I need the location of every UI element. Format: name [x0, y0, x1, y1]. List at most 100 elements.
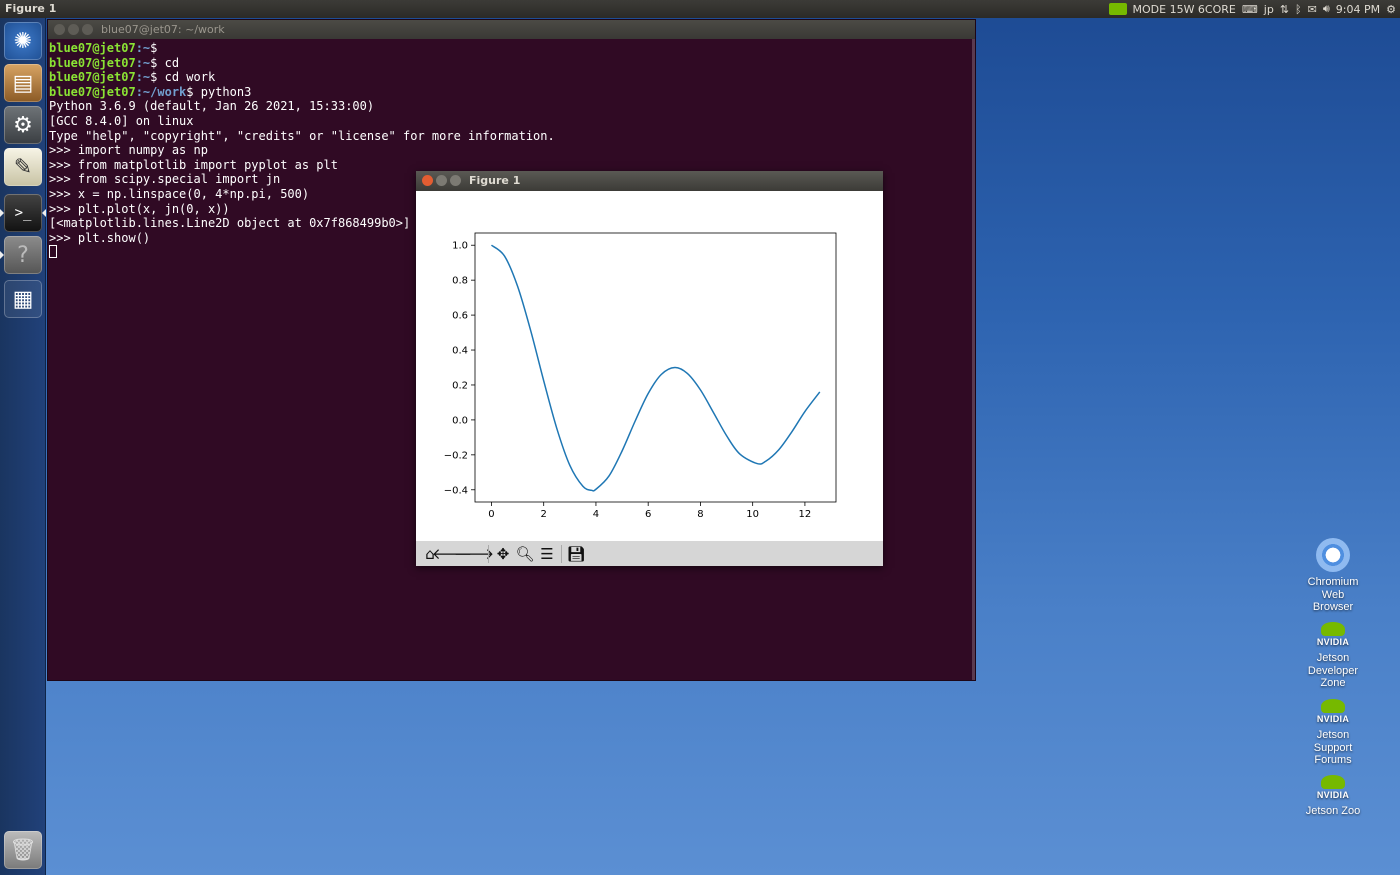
desktop-icon-chromium[interactable]: Chromium Web Browser	[1298, 538, 1368, 614]
terminal-line: blue07@jet07:~/work$ python3	[49, 85, 555, 100]
nvidia-icon: NVIDIA	[1314, 773, 1352, 801]
pan-icon[interactable]: ✥	[492, 543, 514, 565]
desktop-icon-label: Web	[1321, 588, 1345, 601]
trash-icon[interactable]: 🗑︎	[4, 831, 42, 869]
chromium-icon	[1316, 538, 1350, 572]
subplots-icon[interactable]: ☰	[536, 543, 558, 565]
nvidia-icon: NVIDIA	[1314, 620, 1352, 648]
desktop-icon-jetson-support-forums[interactable]: NVIDIA Jetson Support Forums	[1298, 697, 1368, 767]
prompt-path: :~	[135, 55, 151, 70]
prompt-user: blue07@jet07	[49, 55, 136, 70]
x-tick-label: 2	[541, 509, 547, 520]
desktop-icon-label: Forums	[1314, 754, 1352, 766]
keyboard-icon[interactable]: ⌨	[1242, 3, 1258, 16]
y-tick-label: 1.0	[452, 241, 468, 252]
prompt-user: blue07@jet07	[49, 41, 136, 55]
minimize-icon[interactable]	[436, 175, 447, 186]
terminal-title: blue07@jet07: ~/work	[101, 23, 225, 36]
plot-canvas[interactable]: 0 2 4 6 8 10 12 −0.4 −0.2 0.0 0.2 0.4 0.6 0.8 1.0	[416, 191, 883, 541]
desktop-icon-jetson-developer-zone[interactable]: NVIDIA Jetson Developer Zone	[1298, 620, 1368, 690]
prompt-user: blue07@jet07	[49, 70, 136, 85]
terminal-line: Python 3.6.9 (default, Jan 26 2021, 15:3…	[49, 99, 375, 114]
plot-frame	[474, 232, 837, 503]
desktop-icon-label: Chromium	[1307, 576, 1359, 588]
y-tick-label: 0.0	[452, 415, 468, 426]
forward-icon[interactable]: 🡒	[454, 543, 494, 565]
desktop-icon-label: Jetson	[1316, 729, 1350, 741]
y-tick-label: −0.2	[444, 450, 468, 461]
terminal-titlebar[interactable]: blue07@jet07: ~/work	[48, 20, 975, 39]
x-tick-label: 8	[697, 509, 703, 520]
prompt-path: :~	[135, 70, 151, 85]
desktop-icon-label: Jetson	[1316, 652, 1350, 664]
system-tray: MODE 15W 6CORE ⌨ jp ⇅ ᛒ ✉ 🔊︎ 9:04 PM ⚙	[1108, 0, 1396, 18]
dash-home-icon[interactable]: ✺	[4, 22, 42, 60]
bluetooth-icon[interactable]: ᛒ	[1295, 3, 1302, 16]
settings-icon[interactable]: ⚙	[4, 106, 42, 144]
toolbar-separator	[488, 544, 489, 563]
y-tick-label: 0.8	[452, 276, 468, 287]
terminal-icon[interactable]: >_	[4, 194, 42, 232]
nvidia-icon: NVIDIA	[1314, 697, 1352, 725]
y-tick-label: 0.2	[452, 380, 468, 391]
prompt-user: blue07@jet07	[49, 84, 136, 99]
gear-icon[interactable]: ⚙	[1386, 3, 1396, 16]
desktop-icon-label: Browser	[1312, 601, 1354, 613]
command-text: $	[150, 41, 165, 55]
focused-indicator	[42, 209, 46, 217]
top-panel: Figure 1 MODE 15W 6CORE ⌨ jp ⇅ ᛒ ✉ 🔊︎ 9:…	[0, 0, 1400, 18]
y-tick-label: 0.6	[452, 311, 468, 322]
x-tick-label: 6	[645, 509, 651, 520]
figure-window[interactable]: Figure 1 0 2 4 6 8 10 12 −0.4 −0.2 0.0 0.2 0.4 0.6 0.…	[416, 171, 883, 566]
save-icon[interactable]: 💾︎	[565, 543, 587, 565]
command-text: $ cd work	[150, 70, 216, 85]
mail-icon[interactable]: ✉	[1308, 3, 1317, 16]
volume-icon[interactable]: 🔊︎	[1323, 2, 1330, 16]
maximize-icon[interactable]	[82, 24, 93, 35]
terminal-line: Type "help", "copyright", "credits" or "…	[49, 128, 555, 143]
launcher: ✺ ▤ ⚙ ✎ >_ ? ▦ 🗑︎	[0, 18, 46, 875]
minimize-icon[interactable]	[68, 24, 79, 35]
y-tick-label: −0.4	[444, 485, 468, 496]
desktop-icon-label: Zone	[1320, 677, 1346, 689]
files-icon[interactable]: ▤	[4, 64, 42, 102]
terminal-line: blue07@jet07:~$ cd	[49, 56, 555, 71]
line-chart: 0 2 4 6 8 10 12 −0.4 −0.2 0.0 0.2 0.4 0.6 0.8 1.0	[444, 232, 837, 520]
terminal-scrollbar[interactable]	[972, 39, 975, 680]
maximize-icon[interactable]	[450, 175, 461, 186]
active-window-title: Figure 1	[5, 2, 57, 15]
x-tick-label: 4	[593, 509, 599, 520]
nvidia-icon[interactable]	[1108, 3, 1127, 15]
zoom-icon[interactable]: 🔍︎	[514, 543, 536, 565]
figure-title: Figure 1	[469, 174, 521, 187]
close-icon[interactable]	[54, 24, 65, 35]
terminal-line: blue07@jet07:~$	[49, 41, 555, 56]
network-icon[interactable]: ⇅	[1280, 3, 1289, 16]
y-tick-label: 0.4	[452, 346, 468, 357]
figure-toolbar: ⌂ 🡐 🡒 ✥ 🔍︎ ☰ 💾︎	[416, 541, 883, 566]
prompt-path: :~	[135, 41, 151, 55]
clock[interactable]: 9:04 PM	[1336, 3, 1380, 16]
terminal-line: [GCC 8.4.0] on linux	[49, 113, 194, 128]
close-icon[interactable]	[422, 175, 433, 186]
desktop-icon-jetson-zoo[interactable]: NVIDIA Jetson Zoo	[1298, 773, 1368, 818]
desktop-icon-label: Support	[1313, 741, 1353, 754]
power-mode-indicator[interactable]: MODE 15W 6CORE	[1133, 3, 1236, 16]
text-editor-icon[interactable]: ✎	[4, 148, 42, 186]
workspace-switcher-icon[interactable]: ▦	[4, 280, 42, 318]
terminal-line: >>> import numpy as np	[49, 143, 208, 158]
x-tick-label: 12	[799, 509, 812, 520]
desktop-icon-label: Jetson Zoo	[1305, 805, 1361, 817]
prompt-path: :~/work	[135, 84, 187, 99]
help-icon[interactable]: ?	[4, 236, 42, 274]
text-cursor	[49, 245, 57, 259]
keyboard-layout-indicator[interactable]: jp	[1264, 3, 1274, 16]
toolbar-separator	[561, 544, 562, 563]
terminal-line: blue07@jet07:~$ cd work	[49, 70, 555, 85]
x-tick-label: 10	[746, 509, 759, 520]
command-text: $ cd	[150, 55, 180, 70]
figure-titlebar[interactable]: Figure 1	[416, 171, 883, 191]
desktop-icon-label: Developer	[1307, 664, 1359, 677]
command-text: $ python3	[186, 84, 252, 99]
x-tick-label: 0	[488, 509, 494, 520]
